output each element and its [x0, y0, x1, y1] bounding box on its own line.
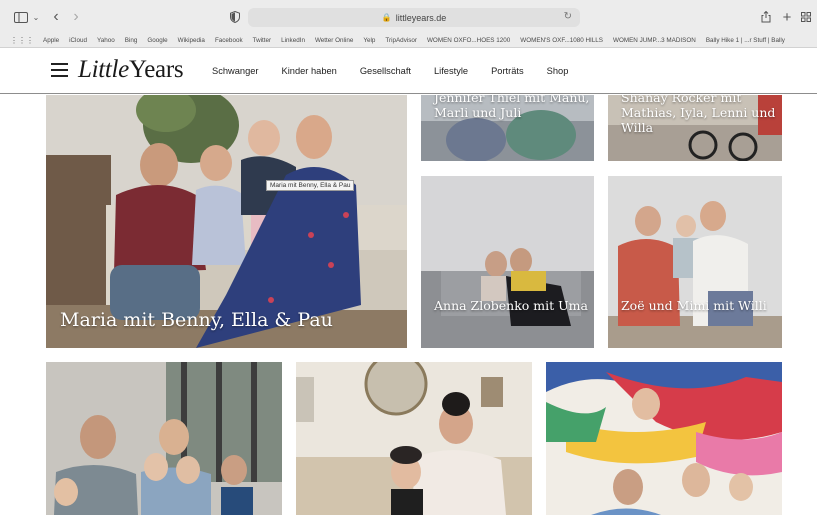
- hamburger-menu-icon[interactable]: [51, 63, 68, 77]
- sidebar-toggle-icon[interactable]: [13, 8, 29, 26]
- bottom-middle-photo: [296, 362, 532, 515]
- portrait-tile-bottom-middle[interactable]: [296, 362, 532, 515]
- nav-portraets[interactable]: Porträts: [491, 66, 524, 76]
- bookmark-bally-hike[interactable]: Bally Hike 1 | ...r Stuff | Bally: [706, 37, 785, 44]
- nav-kinder-haben[interactable]: Kinder haben: [282, 66, 337, 76]
- bookmark-women-oxford-1[interactable]: WOMEN OXFO...HOES 1200: [427, 37, 510, 44]
- portrait-tile-jennifer[interactable]: Jennifer Thiel mit Manu, Marli und Juli: [421, 95, 594, 161]
- bookmark-tripadvisor[interactable]: TripAdvisor: [385, 37, 417, 44]
- new-tab-icon[interactable]: +: [781, 8, 793, 26]
- bookmark-twitter[interactable]: Twitter: [253, 37, 272, 44]
- hero-tooltip: Maria mit Benny, Ella & Pau: [266, 180, 355, 191]
- caption-anna[interactable]: Anna Zlobenko mit Uma: [434, 298, 592, 313]
- nav-gesellschaft[interactable]: Gesellschaft: [360, 66, 411, 76]
- caption-zoe[interactable]: Zoë und Mimi mit Willi: [621, 298, 779, 313]
- bookmark-linkedin[interactable]: LinkedIn: [281, 37, 305, 44]
- caption-jennifer[interactable]: Jennifer Thiel mit Manu, Marli und Juli: [434, 95, 592, 120]
- sidebar-menu-chevron-icon[interactable]: ⌄: [32, 8, 40, 26]
- caption-shanay[interactable]: Shanay Rocker mit Mathias, Iyla, Lenni u…: [621, 95, 779, 135]
- portrait-tile-zoe[interactable]: Zoë und Mimi mit Willi: [608, 176, 782, 348]
- bookmark-yelp[interactable]: Yelp: [363, 37, 375, 44]
- bookmark-women-jump[interactable]: WOMEN JUMP...3 MADISON: [613, 37, 696, 44]
- logo-little: Little: [78, 56, 129, 83]
- apps-grid-icon[interactable]: ⋮⋮⋮: [10, 36, 34, 45]
- nav-shop[interactable]: Shop: [547, 66, 569, 76]
- portrait-tile-shanay[interactable]: Shanay Rocker mit Mathias, Iyla, Lenni u…: [608, 95, 782, 161]
- bookmark-bing[interactable]: Bing: [125, 37, 138, 44]
- back-icon[interactable]: ‹: [50, 8, 62, 26]
- site-logo[interactable]: LittleYears: [78, 56, 184, 84]
- logo-years: Years: [128, 56, 184, 83]
- bottom-left-photo: [46, 362, 282, 515]
- bookmark-apple[interactable]: Apple: [43, 37, 59, 44]
- bookmark-wetter-online[interactable]: Wetter Online: [315, 37, 353, 44]
- nav-schwanger[interactable]: Schwanger: [212, 66, 259, 76]
- bottom-right-photo: [546, 362, 782, 515]
- site-header: LittleYears Schwanger Kinder haben Gesel…: [0, 48, 817, 94]
- browser-chrome: ⌄ ‹ › 🔒 littleyears.de ↻ + ⋮⋮⋮ Apple iCl…: [0, 0, 817, 48]
- address-bar[interactable]: 🔒 littleyears.de ↻: [248, 8, 580, 27]
- share-icon[interactable]: [760, 8, 772, 26]
- bookmark-yahoo[interactable]: Yahoo: [97, 37, 115, 44]
- lock-icon: 🔒: [381, 13, 392, 22]
- bookmark-icloud[interactable]: iCloud: [69, 37, 87, 44]
- reload-icon[interactable]: ↻: [564, 11, 572, 22]
- bookmark-wikipedia[interactable]: Wikipedia: [178, 37, 205, 44]
- portrait-tile-bottom-left[interactable]: [46, 362, 282, 515]
- forward-icon[interactable]: ›: [70, 8, 82, 26]
- portrait-tile-bottom-right[interactable]: [546, 362, 782, 515]
- bookmark-google[interactable]: Google: [147, 37, 167, 44]
- privacy-shield-icon[interactable]: [229, 8, 241, 26]
- anna-photo: [421, 176, 594, 348]
- hero-caption[interactable]: Maria mit Benny, Ella & Pau: [60, 309, 333, 332]
- bookmark-facebook[interactable]: Facebook: [215, 37, 243, 44]
- hero-portrait-tile[interactable]: Maria mit Benny, Ella & Pau: [46, 95, 407, 348]
- bookmark-women-oxford-2[interactable]: WOMEN'S OXF...1080 HILLS: [520, 37, 603, 44]
- bookmarks-bar: ⋮⋮⋮ Apple iCloud Yahoo Bing Google Wikip…: [0, 33, 817, 47]
- browser-toolbar: ⌄ ‹ › 🔒 littleyears.de ↻ +: [0, 6, 817, 28]
- url-text: littleyears.de: [395, 12, 447, 23]
- main-nav: Schwanger Kinder haben Gesellschaft Life…: [212, 66, 591, 76]
- nav-lifestyle[interactable]: Lifestyle: [434, 66, 468, 76]
- portrait-tile-anna[interactable]: Anna Zlobenko mit Uma: [421, 176, 594, 348]
- zoe-photo: [608, 176, 782, 348]
- tab-overview-icon[interactable]: [800, 8, 812, 26]
